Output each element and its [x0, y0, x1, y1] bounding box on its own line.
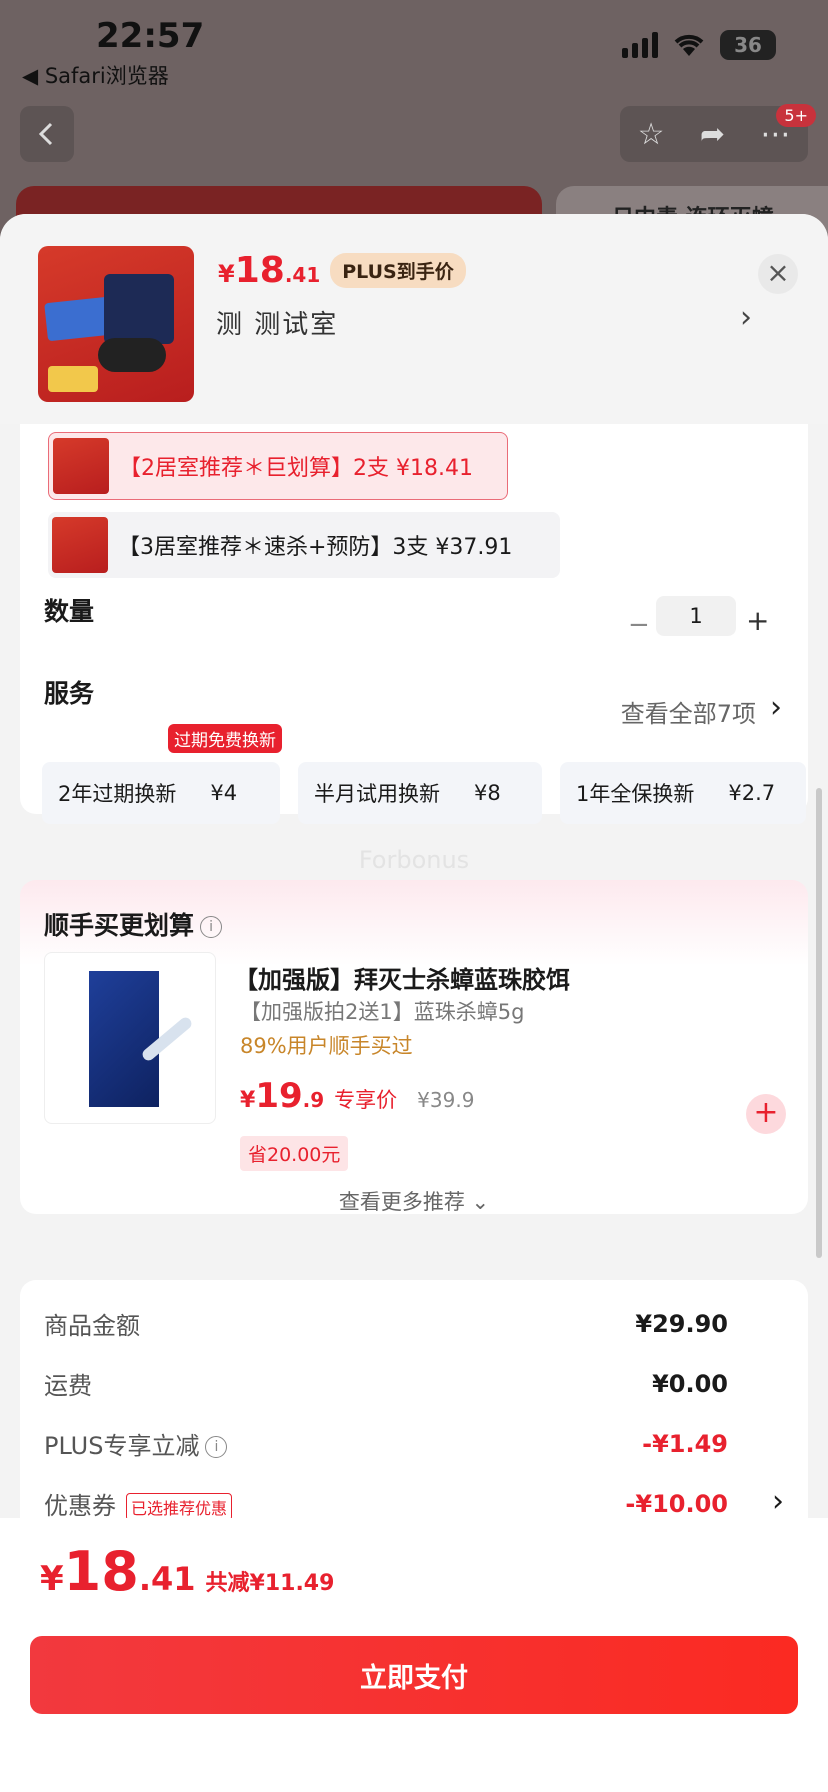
- selected-spec[interactable]: 测 测试室: [216, 304, 338, 341]
- coupon-tag: 已选推荐优惠: [126, 1493, 233, 1521]
- total-savings: 共减¥11.49: [205, 1571, 335, 1596]
- addon-price: ¥ 19 .9 专享价 ¥39.9: [240, 1076, 475, 1116]
- pay-now-button[interactable]: 立即支付: [30, 1636, 798, 1714]
- scrollbar[interactable]: [816, 788, 822, 1258]
- variant-option-selected[interactable]: 【2居室推荐＊巨划算】2支 ¥18.41: [48, 432, 508, 500]
- star-icon[interactable]: ☆: [638, 117, 665, 152]
- status-time: 22:57: [96, 16, 205, 56]
- more-recommendations-link[interactable]: 查看更多推荐 ⌄: [20, 1186, 808, 1216]
- variant-thumbnail: [53, 438, 109, 494]
- total-price: ¥ 18 .41 共减¥11.49: [40, 1540, 335, 1603]
- product-price: ¥ 18 .41 PLUS到手价: [218, 250, 466, 291]
- chevron-left-icon: [38, 122, 53, 146]
- close-button[interactable]: ×: [758, 254, 798, 294]
- fee-row: 商品金额 ¥29.90: [44, 1309, 728, 1341]
- product-thumbnail: [38, 246, 194, 402]
- view-all-services-link[interactable]: 查看全部7项: [621, 694, 756, 729]
- variant-option[interactable]: 【3居室推荐＊速杀+预防】3支 ¥37.91: [48, 512, 560, 578]
- addon-product-spec: 【加强版拍2送1】蓝珠杀蟑5g: [240, 1000, 525, 1024]
- background-page: 22:57 ◀ Safari浏览器 36 ☆ ➦ ⋯ 5+ 一日中毒 连环灭蟑: [0, 0, 828, 246]
- addon-product-name[interactable]: 【加强版】拜灭士杀蟑蓝珠胶饵: [234, 960, 570, 995]
- addon-title: 顺手买更划算 i: [44, 906, 223, 942]
- service-label: 服务: [44, 679, 95, 708]
- back-to-safari-link[interactable]: ◀ Safari浏览器: [22, 60, 169, 90]
- chevron-right-icon[interactable]: ›: [770, 690, 782, 725]
- quantity-decrease-button[interactable]: −: [628, 610, 650, 640]
- service-option[interactable]: 1年全保换新 ¥2.7: [560, 762, 806, 824]
- service-option[interactable]: 2年过期换新 ¥4: [42, 762, 280, 824]
- back-button[interactable]: [20, 106, 74, 162]
- wifi-icon: [674, 34, 704, 56]
- service-option[interactable]: 半月试用换新 ¥8: [298, 762, 542, 824]
- options-card: 【2居室推荐＊巨划算】2支 ¥18.41 【3居室推荐＊速杀+预防】3支 ¥37…: [20, 424, 808, 824]
- quantity-label: 数量: [44, 597, 95, 626]
- product-header: ¥ 18 .41 PLUS到手价 × 测 测试室 ›: [0, 214, 828, 424]
- info-icon[interactable]: i: [200, 916, 223, 938]
- addon-card: 顺手买更划算 i 【加强版】拜灭士杀蟑蓝珠胶饵 【加强版拍2送1】蓝珠杀蟑5g 8…: [20, 880, 808, 1214]
- addon-original-price: ¥39.9: [417, 1088, 475, 1112]
- purchase-sheet: ¥ 18 .41 PLUS到手价 × 测 测试室 › 【2居室推荐＊巨划算】2支…: [0, 214, 828, 1792]
- battery-icon: 36: [720, 30, 776, 60]
- variant-thumbnail: [52, 517, 108, 573]
- status-icons: 36: [622, 30, 776, 60]
- message-badge: 5+: [776, 104, 816, 127]
- fee-row: 运费 ¥0.00: [44, 1369, 728, 1401]
- coupon-row[interactable]: 优惠券 已选推荐优惠 -¥10.00: [44, 1486, 768, 1521]
- plus-price-tag: PLUS到手价: [330, 253, 466, 288]
- chevron-right-icon[interactable]: ›: [772, 1484, 784, 1519]
- service-tag: 过期免费换新: [168, 724, 282, 753]
- add-addon-button[interactable]: +: [746, 1094, 786, 1134]
- share-icon[interactable]: ➦: [700, 117, 725, 152]
- watermark: Forbonus: [358, 846, 470, 874]
- checkout-footer: ¥ 18 .41 共减¥11.49 立即支付: [0, 1518, 828, 1792]
- signal-icon: [622, 32, 658, 58]
- quantity-input[interactable]: 1: [656, 596, 736, 636]
- fee-row: PLUS专享立减 i -¥1.49: [44, 1429, 728, 1461]
- addon-product-image[interactable]: [44, 952, 216, 1124]
- addon-bought-rate: 89%用户顺手买过: [240, 1034, 413, 1058]
- chevron-right-icon[interactable]: ›: [740, 300, 752, 335]
- quantity-increase-button[interactable]: +: [746, 604, 769, 637]
- info-icon[interactable]: i: [205, 1436, 228, 1458]
- addon-savings-badge: 省20.00元: [240, 1136, 349, 1171]
